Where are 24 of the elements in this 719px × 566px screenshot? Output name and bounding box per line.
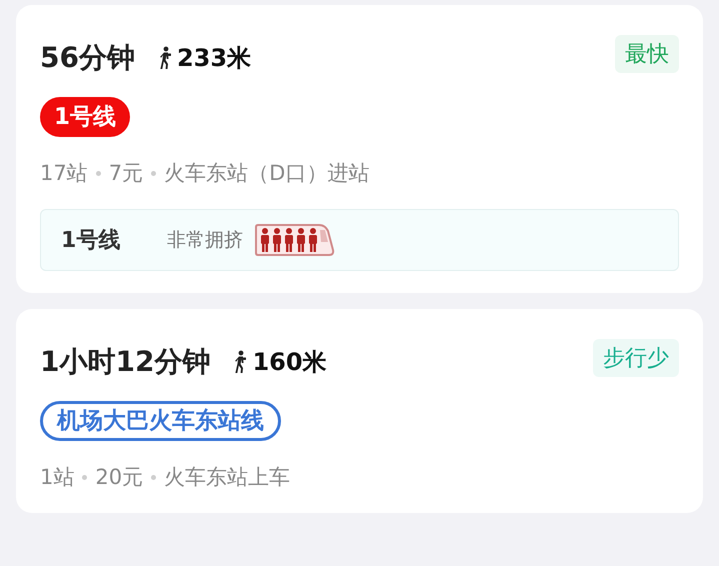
duration-text: 56分钟 [40,40,135,76]
line-name: 1号线 [61,227,122,255]
separator-dot [151,170,156,176]
route-card[interactable]: 56分钟 233米 最快 1号线 17站 7元 火车东站（D口）进站 1号线 非常拥挤 [16,5,703,293]
crowded-carriage-icon [255,222,335,258]
route-tag: 最快 [615,35,679,73]
route-info: 火车东站（D口）进站 [164,160,370,187]
route-tag: 步行少 [593,339,679,377]
crowding-text: 非常拥挤 [167,228,243,253]
route-info: 7元 [108,160,144,187]
line-badge: 机场大巴火车东站线 [40,401,281,441]
route-info: 20元 [95,464,144,491]
walking-person-icon [232,350,248,374]
route-info: 17站 [40,160,88,187]
separator-dot [96,170,101,176]
separator-dot [151,474,156,480]
duration-text: 1小时12分钟 [40,344,210,380]
line-badge: 1号线 [40,97,130,137]
walk-distance: 233米 [176,43,252,74]
separator-dot [82,474,88,480]
route-info: 1站 [40,464,74,491]
route-info: 火车东站上车 [164,464,290,491]
walk-distance: 160米 [252,347,327,378]
route-card[interactable]: 1小时12分钟 160米 步行少 机场大巴火车东站线 1站 20元 火车东站上车 [16,309,703,513]
